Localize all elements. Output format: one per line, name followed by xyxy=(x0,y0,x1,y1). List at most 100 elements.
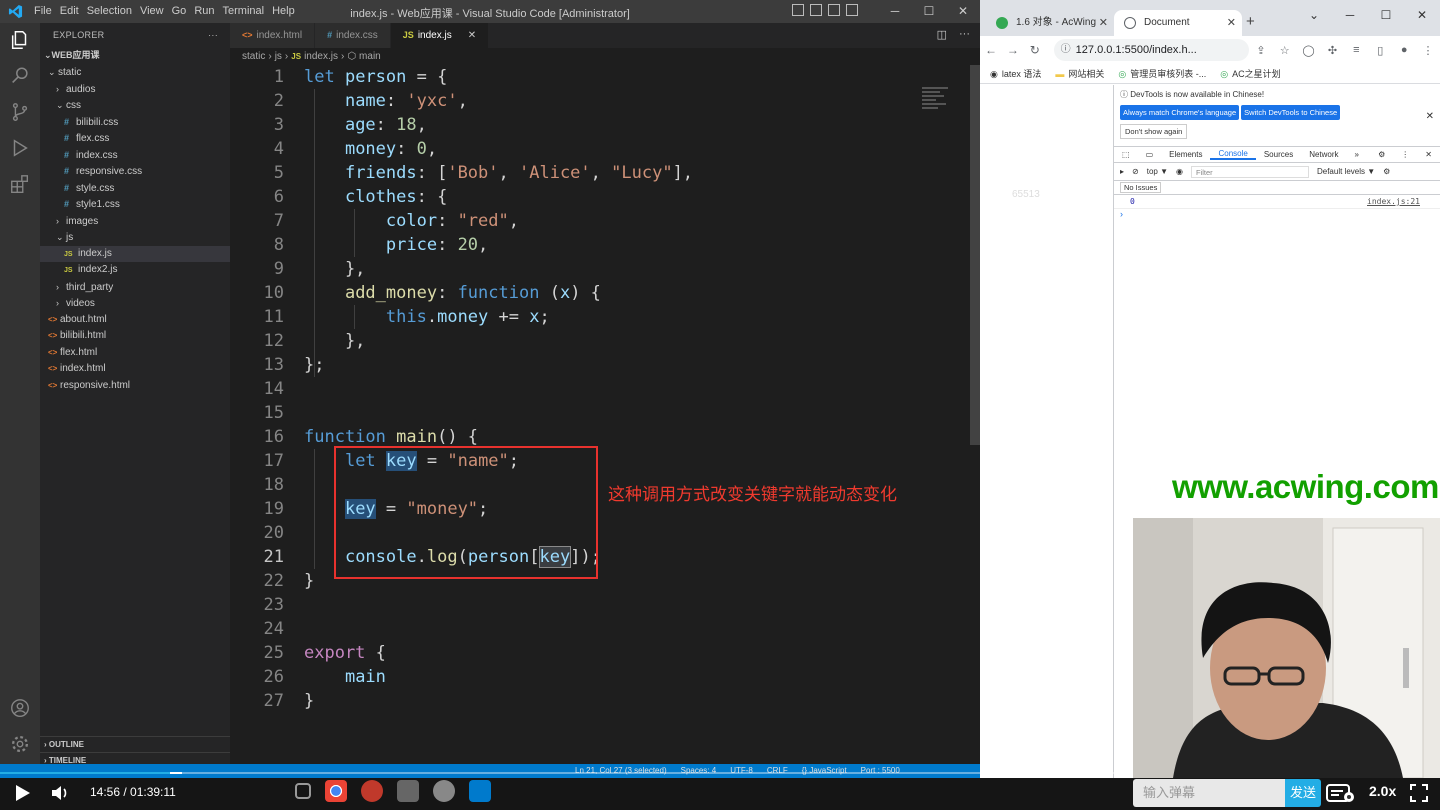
extensions-icon[interactable] xyxy=(9,173,31,195)
maximize-icon[interactable]: ☐ xyxy=(1368,0,1404,30)
share-icon[interactable]: ⇪ xyxy=(1249,44,1273,57)
tree-item-style-css[interactable]: # style.css xyxy=(40,180,230,197)
danmu-settings-icon[interactable] xyxy=(1326,783,1356,803)
bookmark-item[interactable]: ◎ 管理员审核列表 -... xyxy=(1118,67,1206,80)
app-taskbar-icon[interactable] xyxy=(361,780,383,802)
tree-item-images[interactable]: › images xyxy=(40,213,230,230)
tree-item-responsive-css[interactable]: # responsive.css xyxy=(40,163,230,180)
tree-item-flex-html[interactable]: <> flex.html xyxy=(40,345,230,362)
tab-index-css[interactable]: # index.css xyxy=(315,23,391,48)
breadcrumb-item[interactable]: js xyxy=(275,51,282,62)
menu-item-go[interactable]: Go xyxy=(172,5,195,17)
breadcrumb-item[interactable]: index.js xyxy=(304,51,338,62)
dont-show-again-button[interactable]: Don't show again xyxy=(1120,124,1188,139)
account-icon[interactable] xyxy=(9,697,31,719)
menu-item-help[interactable]: Help xyxy=(272,5,303,17)
menu-item-selection[interactable]: Selection xyxy=(87,5,140,17)
minimap[interactable] xyxy=(922,85,952,125)
log-levels-dropdown[interactable]: Default levels ▼ xyxy=(1317,167,1375,176)
source-control-icon[interactable] xyxy=(9,101,31,123)
code-editor[interactable]: 1 let person = {2 name: 'yxc', 3 age: 18, 4… xyxy=(230,65,970,755)
chrome-taskbar-icon[interactable] xyxy=(325,780,347,802)
console-prompt[interactable]: › xyxy=(1114,209,1440,219)
playback-speed[interactable]: 2.0x xyxy=(1369,783,1396,799)
menu-item-file[interactable]: File xyxy=(34,5,60,17)
tree-item-css[interactable]: ⌄ css xyxy=(40,97,230,114)
extensions-puzzle-icon[interactable]: ✣ xyxy=(1321,44,1345,57)
extension-circle-icon[interactable]: ◯ xyxy=(1297,44,1321,57)
reload-icon[interactable]: ↻ xyxy=(1024,43,1046,57)
menu-item-run[interactable]: Run xyxy=(194,5,222,17)
menu-item-view[interactable]: View xyxy=(140,5,172,17)
close-devtools-icon[interactable]: ✕ xyxy=(1417,150,1440,159)
devtools-tab-more[interactable]: » xyxy=(1347,150,1367,159)
tree-item-third-party[interactable]: › third_party xyxy=(40,279,230,296)
menu-item-terminal[interactable]: Terminal xyxy=(223,5,273,17)
no-issues-badge[interactable]: No Issues xyxy=(1120,182,1162,193)
close-tab-icon[interactable]: ✕ xyxy=(1227,10,1236,36)
chat-taskbar-icon[interactable] xyxy=(433,780,455,802)
close-window-icon[interactable]: ✕ xyxy=(946,0,980,23)
split-editor-icon[interactable]: ◫ xyxy=(937,28,947,41)
console-log-source-link[interactable]: index.js:21 xyxy=(1367,197,1420,206)
settings-gear-icon[interactable] xyxy=(9,733,31,755)
sidebar-toggle-icon[interactable]: ▸ xyxy=(1120,167,1124,176)
match-language-button[interactable]: Always match Chrome's language xyxy=(1120,105,1240,120)
devtools-tab-sources[interactable]: Sources xyxy=(1256,150,1301,159)
run-debug-icon[interactable] xyxy=(9,137,31,159)
task-view-icon[interactable] xyxy=(295,783,311,799)
tree-item-bilibili-css[interactable]: # bilibili.css xyxy=(40,114,230,131)
volume-icon[interactable] xyxy=(50,784,72,802)
tree-item-flex-css[interactable]: # flex.css xyxy=(40,130,230,147)
devtools-tab-console[interactable]: Console xyxy=(1210,149,1256,160)
tab-index-js[interactable]: JS index.js ✕ xyxy=(390,23,490,48)
tab-index-html[interactable]: <> index.html xyxy=(230,23,316,48)
tree-item-index2-js[interactable]: JS index2.js xyxy=(40,262,230,279)
tree-item-static[interactable]: ⌄ static xyxy=(40,64,230,81)
bookmark-star-icon[interactable]: ☆ xyxy=(1273,44,1297,57)
back-arrow-icon[interactable]: ← xyxy=(980,43,1002,57)
breadcrumb-item[interactable]: main xyxy=(359,51,381,62)
toggle-sidebar-icon[interactable] xyxy=(792,4,804,16)
tree-item-index-js[interactable]: JS index.js xyxy=(40,245,230,262)
close-tab-icon[interactable]: ✕ xyxy=(468,23,476,48)
bookmark-item[interactable]: ◉ latex 语法 xyxy=(990,67,1041,80)
maximize-icon[interactable]: ☐ xyxy=(912,0,946,23)
bookmark-item[interactable]: ◎ AC之星计划 xyxy=(1220,67,1280,80)
tree-item-js[interactable]: ⌄ js xyxy=(40,229,230,246)
tree-item-responsive-html[interactable]: <> responsive.html xyxy=(40,378,230,395)
danmu-input[interactable]: 输入弹幕 xyxy=(1133,779,1285,807)
menu-item-edit[interactable]: Edit xyxy=(60,5,87,17)
clear-console-icon[interactable]: ⊘ xyxy=(1132,167,1139,176)
devtools-tab-network[interactable]: Network xyxy=(1301,150,1346,159)
slides-taskbar-icon[interactable] xyxy=(397,780,419,802)
tree-item-index-css[interactable]: # index.css xyxy=(40,147,230,164)
tree-item-audios[interactable]: › audios xyxy=(40,81,230,98)
fullscreen-icon[interactable] xyxy=(1410,784,1428,802)
editor-scrollbar[interactable] xyxy=(970,65,980,445)
inspect-element-icon[interactable]: ⬚ xyxy=(1114,150,1138,159)
toggle-panel-icon[interactable] xyxy=(810,4,822,16)
device-toolbar-icon[interactable]: ▭ xyxy=(1138,150,1162,159)
send-danmu-button[interactable]: 发送 xyxy=(1285,779,1321,807)
live-expression-eye-icon[interactable]: ◉ xyxy=(1176,167,1183,176)
customize-layout-icon[interactable] xyxy=(846,4,858,16)
toggle-secondary-sidebar-icon[interactable] xyxy=(828,4,840,16)
tree-item-bilibili-html[interactable]: <> bilibili.html xyxy=(40,328,230,345)
search-icon[interactable] xyxy=(9,65,31,87)
devtools-settings-gear-icon[interactable]: ⚙ xyxy=(1370,150,1393,159)
switch-chinese-button[interactable]: Switch DevTools to Chinese xyxy=(1241,105,1341,120)
profile-avatar[interactable]: ● xyxy=(1392,44,1416,56)
more-actions-icon[interactable]: ··· xyxy=(959,28,970,41)
new-tab-icon[interactable]: + xyxy=(1246,13,1255,30)
tree-item-videos[interactable]: › videos xyxy=(40,295,230,312)
forward-arrow-icon[interactable]: → xyxy=(1002,43,1024,57)
tab-search-icon[interactable]: ⌄ xyxy=(1296,0,1332,30)
context-selector[interactable]: top ▼ xyxy=(1147,167,1168,176)
devtools-menu-icon[interactable]: ⋮ xyxy=(1393,150,1417,159)
devtools-tab-elements[interactable]: Elements xyxy=(1161,150,1210,159)
bookmark-item[interactable]: ▬ 网站相关 xyxy=(1055,67,1104,80)
breadcrumb-item[interactable]: static xyxy=(242,51,265,62)
chrome-menu-icon[interactable]: ⋮ xyxy=(1416,44,1440,57)
video-progress-bar[interactable] xyxy=(0,768,1130,778)
